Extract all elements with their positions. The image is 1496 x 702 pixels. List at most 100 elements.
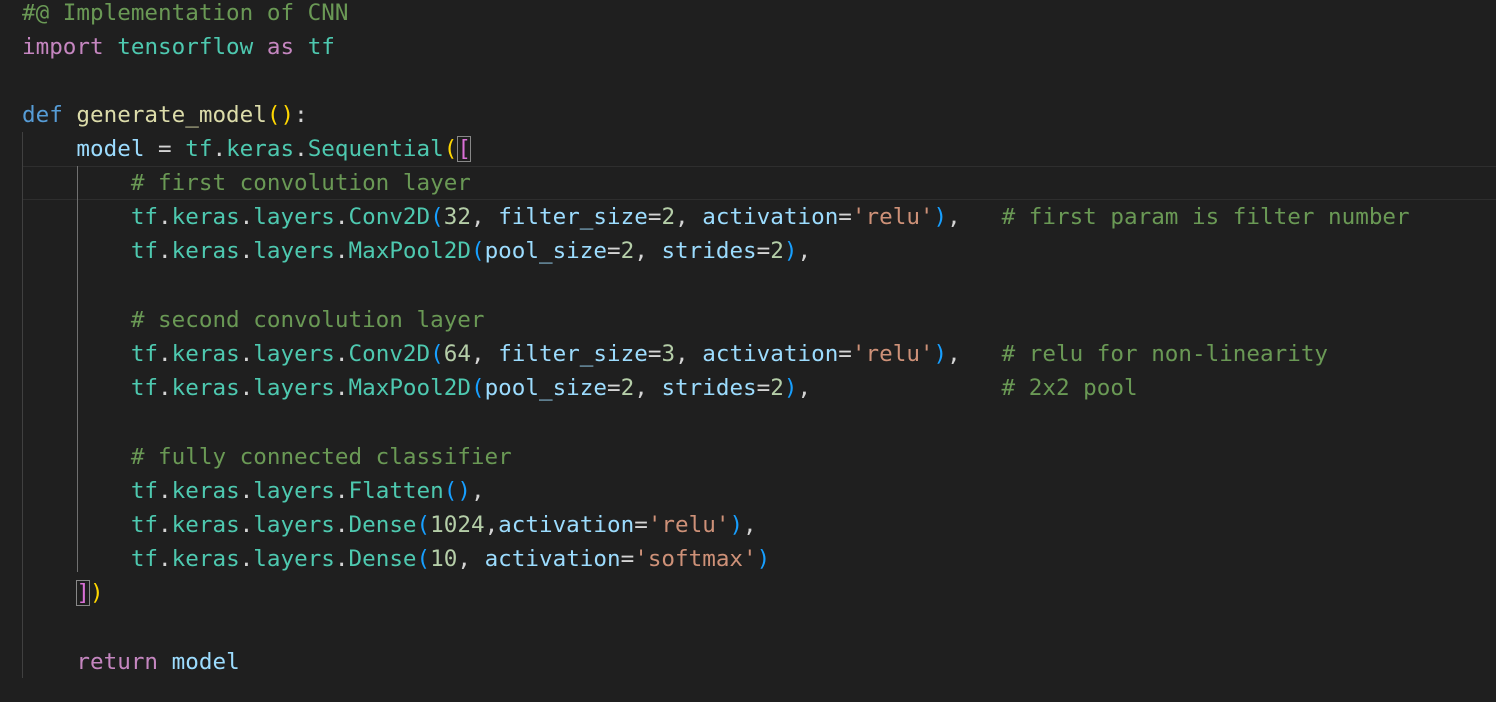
module-layers: layers bbox=[253, 478, 335, 504]
string: 'relu' bbox=[851, 204, 934, 230]
code-editor[interactable]: #@ Implementation of CNN import tensorfl… bbox=[0, 0, 1496, 702]
close-bracket-matched: ] bbox=[76, 580, 91, 606]
equals: = bbox=[620, 546, 635, 572]
module-keras: keras bbox=[171, 238, 240, 264]
trailing: , bbox=[947, 204, 1002, 230]
module-alias: tf bbox=[130, 546, 159, 572]
module-keras: keras bbox=[171, 546, 240, 572]
code-line-16[interactable]: tf.keras.layers.Dense(1024,activation='r… bbox=[22, 508, 757, 542]
class-sequential: Sequential bbox=[307, 136, 444, 162]
code-line-1[interactable]: #@ Implementation of CNN bbox=[22, 0, 348, 30]
trailing: , bbox=[743, 512, 757, 538]
open-paren: ( bbox=[430, 341, 444, 367]
comment: # 2x2 pool bbox=[1001, 375, 1138, 401]
module-keras: keras bbox=[171, 375, 240, 401]
close-paren: ) bbox=[783, 375, 798, 401]
code-line-8[interactable]: tf.keras.layers.MaxPool2D(pool_size=2, s… bbox=[22, 234, 811, 268]
trailing: , bbox=[797, 238, 812, 264]
code-line-10[interactable]: # second convolution layer bbox=[22, 303, 485, 337]
module-layers: layers bbox=[253, 341, 335, 367]
param-name: strides bbox=[661, 238, 757, 264]
class-flatten: Flatten bbox=[348, 478, 444, 504]
dot: . bbox=[239, 238, 254, 264]
dot: . bbox=[334, 546, 349, 572]
variable-model: model bbox=[76, 136, 145, 162]
module-alias: tf bbox=[130, 238, 159, 264]
equals: = bbox=[756, 238, 771, 264]
code-line-20[interactable]: return model bbox=[22, 645, 240, 679]
dot: . bbox=[158, 375, 172, 401]
number: 10 bbox=[430, 546, 458, 572]
open-paren: ( bbox=[470, 375, 485, 401]
separator: , bbox=[634, 238, 662, 264]
dot: . bbox=[239, 341, 254, 367]
module-alias: tf bbox=[130, 512, 159, 538]
dot: . bbox=[158, 341, 172, 367]
code-line-15[interactable]: tf.keras.layers.Flatten(), bbox=[22, 474, 485, 508]
separator: , bbox=[675, 204, 703, 230]
code-line-2[interactable]: import tensorflow as tf bbox=[22, 30, 335, 64]
equals: = bbox=[647, 204, 662, 230]
module-layers: layers bbox=[253, 512, 335, 538]
code-line-11[interactable]: tf.keras.layers.Conv2D(64, filter_size=3… bbox=[22, 337, 1328, 371]
code-line-14[interactable]: # fully connected classifier bbox=[22, 440, 512, 474]
module-keras: keras bbox=[226, 136, 295, 162]
code-line-6[interactable]: # first convolution layer bbox=[22, 166, 471, 200]
close-paren: ) bbox=[729, 512, 744, 538]
string: 'softmax' bbox=[634, 546, 757, 572]
param-name: activation bbox=[498, 512, 635, 538]
separator: , bbox=[470, 341, 499, 367]
close-paren: ) bbox=[783, 238, 798, 264]
module-alias: tf bbox=[185, 136, 213, 162]
param-name: pool_size bbox=[484, 238, 607, 264]
class-maxpool2d: MaxPool2D bbox=[348, 238, 471, 264]
dot: . bbox=[158, 204, 172, 230]
variable-model: model bbox=[171, 649, 240, 675]
equals: = bbox=[647, 341, 662, 367]
dot: . bbox=[239, 546, 254, 572]
separator: , bbox=[675, 341, 703, 367]
code-line-18[interactable]: ]) bbox=[22, 576, 104, 610]
close-paren: ) bbox=[457, 478, 471, 504]
close-paren: ) bbox=[933, 204, 948, 230]
keyword-def: def bbox=[22, 102, 63, 128]
module-keras: keras bbox=[171, 478, 240, 504]
close-paren: ) bbox=[90, 580, 104, 606]
separator: , bbox=[484, 512, 499, 538]
string: 'relu' bbox=[647, 512, 730, 538]
param-name: activation bbox=[702, 204, 839, 230]
open-bracket-matched: [ bbox=[457, 136, 471, 162]
dot: . bbox=[158, 238, 172, 264]
param-name: filter_size bbox=[498, 204, 648, 230]
equals: = bbox=[607, 375, 621, 401]
comment: # first convolution layer bbox=[130, 170, 471, 196]
close-paren: ) bbox=[280, 102, 295, 128]
code-line-12[interactable]: tf.keras.layers.MaxPool2D(pool_size=2, s… bbox=[22, 371, 1138, 405]
param-name: pool_size bbox=[484, 375, 607, 401]
close-paren: ) bbox=[933, 341, 948, 367]
equals: = bbox=[838, 204, 852, 230]
colon: : bbox=[294, 102, 308, 128]
dot: . bbox=[334, 512, 349, 538]
code-line-7[interactable]: tf.keras.layers.Conv2D(32, filter_size=2… bbox=[22, 200, 1410, 234]
number: 2 bbox=[620, 238, 635, 264]
keyword-import: import bbox=[22, 34, 104, 60]
module-alias: tf bbox=[130, 478, 159, 504]
comment: # first param is filter number bbox=[1001, 204, 1410, 230]
equals: = bbox=[838, 341, 852, 367]
dot: . bbox=[158, 478, 172, 504]
separator: , bbox=[470, 204, 499, 230]
module-alias: tf bbox=[130, 204, 159, 230]
dot: . bbox=[334, 204, 349, 230]
code-line-5[interactable]: model = tf.keras.Sequential([ bbox=[22, 132, 471, 166]
keyword-as: as bbox=[266, 34, 295, 60]
comment: # relu for non-linearity bbox=[1001, 341, 1329, 367]
number: 32 bbox=[443, 204, 471, 230]
code-line-4[interactable]: def generate_model(): bbox=[22, 98, 308, 132]
equals: = bbox=[756, 375, 771, 401]
open-paren: ( bbox=[416, 546, 431, 572]
number: 1024 bbox=[430, 512, 485, 538]
code-line-17[interactable]: tf.keras.layers.Dense(10, activation='so… bbox=[22, 542, 770, 576]
class-conv2d: Conv2D bbox=[348, 204, 431, 230]
param-name: activation bbox=[702, 341, 839, 367]
